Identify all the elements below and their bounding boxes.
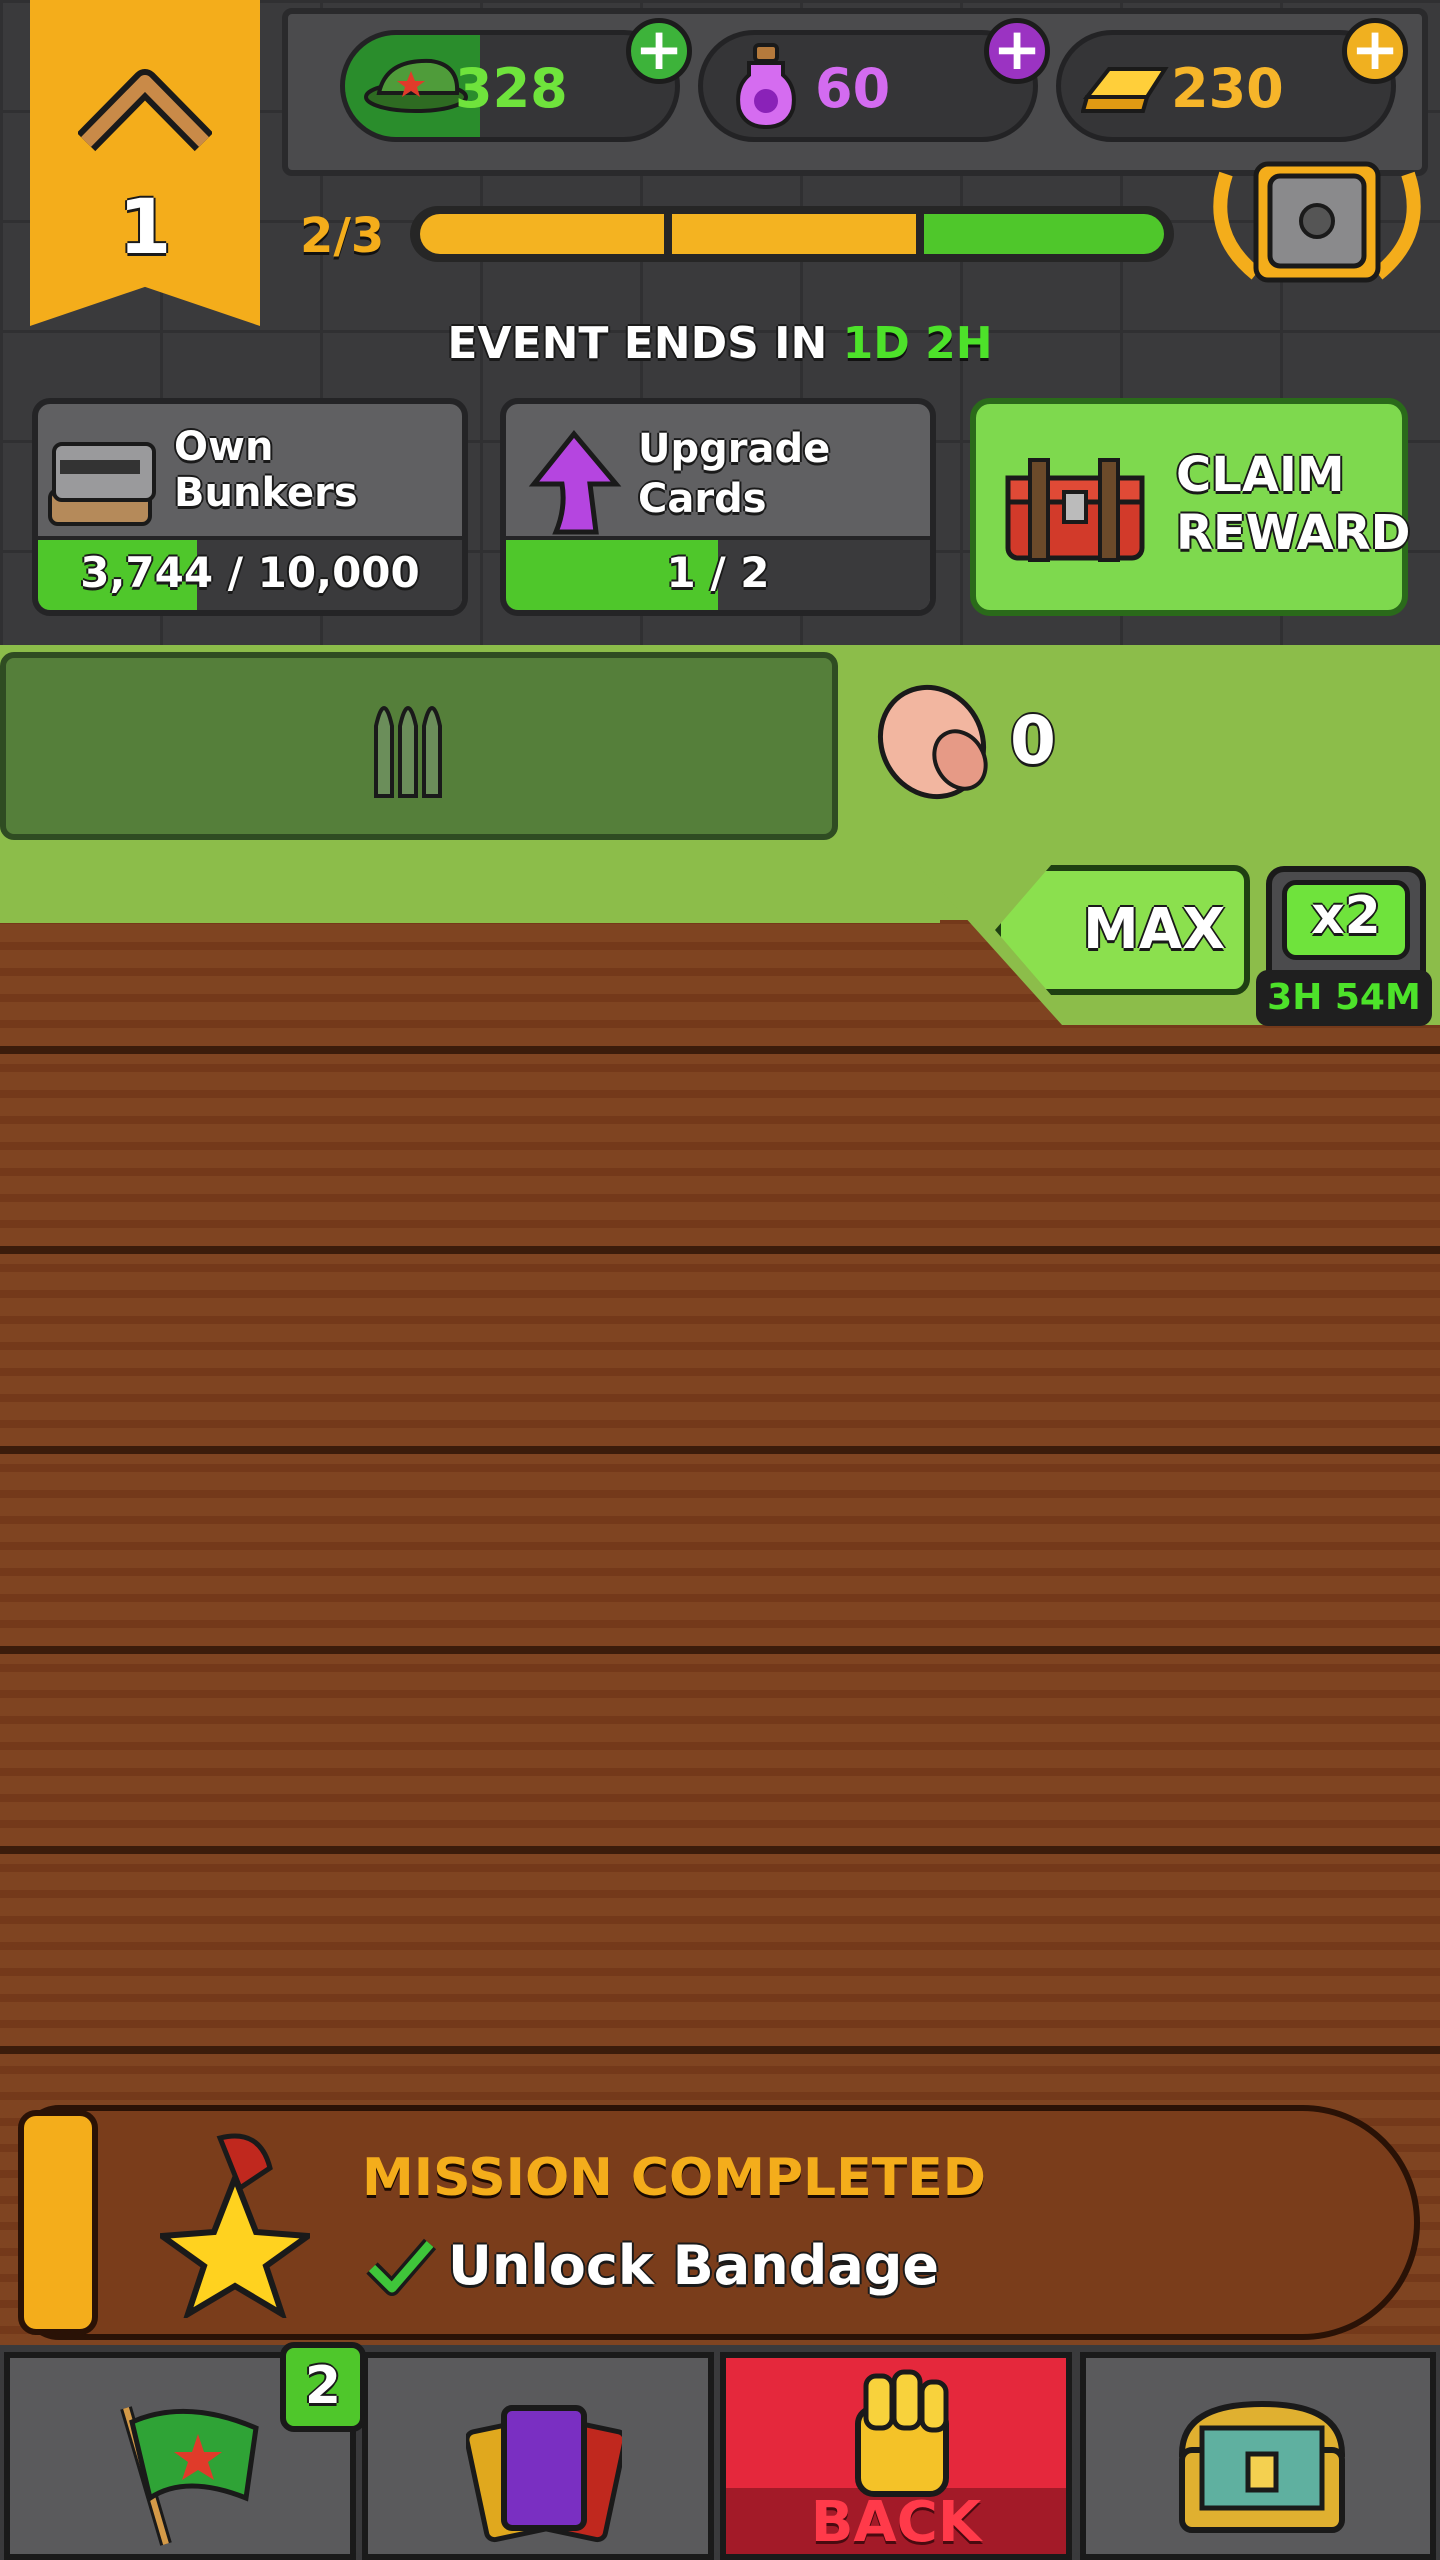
fist-icon: [855, 2369, 949, 2497]
add-caps-button[interactable]: +: [626, 18, 692, 84]
potion-bottle-icon: [736, 43, 796, 129]
missions-badge: 2: [280, 2342, 366, 2432]
bunker-icon: [48, 442, 156, 526]
rank-banner[interactable]: 1: [30, 0, 260, 326]
laurel-safe-icon: [1213, 161, 1421, 283]
task-card-upgrade-cards[interactable]: Upgrade Cards 1 / 2: [500, 398, 936, 616]
shelf-ledge: [0, 845, 940, 923]
cards-icon: [466, 2405, 622, 2543]
mission-title: MISSION COMPLETED: [362, 2148, 986, 2208]
progress-segment-1: [420, 214, 664, 254]
nav-tab-back[interactable]: BACK: [720, 2352, 1072, 2560]
potion-value: 60: [815, 57, 891, 120]
task-label-upgrade-cards: Upgrade Cards: [638, 426, 831, 522]
task-card-own-bunkers[interactable]: Own Bunkers 3,744 / 10,000: [32, 398, 468, 616]
claim-reward-button[interactable]: CLAIM REWARD: [970, 398, 1411, 616]
treasure-chest-icon: [1178, 2400, 1346, 2533]
nav-tab-shop[interactable]: [1080, 2352, 1436, 2560]
caps-value: 328: [455, 57, 568, 120]
mission-task-text: Unlock Bandage: [448, 2234, 940, 2297]
level-progress-bar: [410, 206, 1174, 262]
task-progress-text-own-bunkers: 3,744 / 10,000: [80, 548, 420, 597]
progress-segment-3: [924, 214, 1164, 254]
add-gold-button[interactable]: +: [1342, 18, 1408, 84]
rank-level: 1: [118, 182, 172, 271]
back-label: BACK: [810, 2490, 982, 2555]
flag-icon: [120, 2406, 259, 2546]
ammo-slot[interactable]: [0, 652, 838, 840]
event-timer: EVENT ENDS IN 1D 2H: [0, 318, 1440, 369]
progress-segment-2: [672, 214, 916, 254]
reward-crate-icon: [1005, 458, 1145, 562]
add-potion-button[interactable]: +: [984, 18, 1050, 84]
event-timer-hours: 2H: [925, 318, 993, 369]
max-button-label: MAX: [1083, 897, 1226, 962]
gold-bar-icon: [1081, 67, 1169, 113]
bandage-roll-icon: [877, 684, 988, 800]
gold-value: 230: [1171, 57, 1284, 120]
level-reward-safe[interactable]: [1206, 154, 1428, 294]
task-progress-text-upgrade-cards: 1 / 2: [666, 548, 770, 597]
event-timer-days: 1D: [842, 318, 910, 369]
level-progress-text: 2/3: [300, 208, 385, 264]
claim-reward-label: CLAIM REWARD: [1176, 447, 1411, 561]
upgrade-arrow-icon: [528, 430, 622, 535]
task-label-own-bunkers: Own Bunkers: [174, 424, 358, 516]
bandage-count: 0: [1010, 702, 1056, 779]
bandage-slot[interactable]: 0: [850, 660, 1410, 850]
nav-tab-cards[interactable]: [362, 2352, 714, 2560]
star-medal-icon: [160, 2133, 310, 2318]
x2-boost-timer: 3H 54M: [1256, 970, 1432, 1026]
mission-banner-clip: [18, 2110, 98, 2335]
x2-boost-label: x2: [1311, 886, 1381, 946]
event-timer-label: EVENT ENDS IN: [447, 318, 828, 369]
rank-chevron-icon: [78, 69, 212, 152]
checkmark-icon: [366, 2238, 436, 2296]
ammo-bullets-icon: [374, 706, 442, 798]
